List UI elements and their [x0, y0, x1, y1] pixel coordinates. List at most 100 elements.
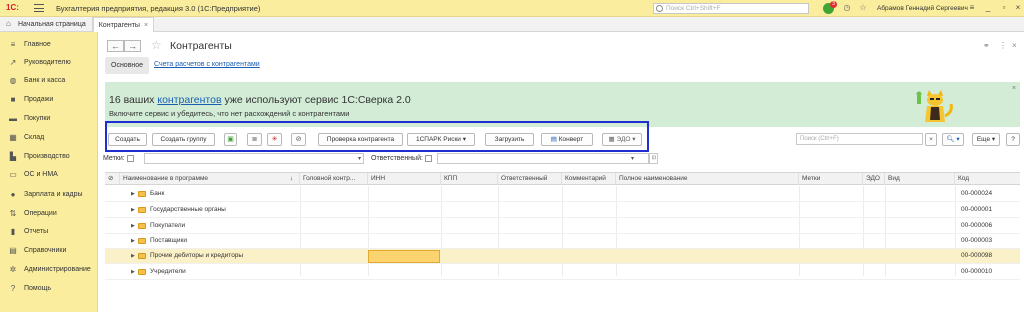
minimize-icon[interactable]: _ [982, 2, 994, 14]
app-title: Бухгалтерия предприятия, редакция 3.0 (1… [56, 3, 261, 13]
envelope-button[interactable]: ▤ Конверт [541, 133, 593, 146]
table-row[interactable]: ▶ Покупатели 00-000006 [105, 219, 1020, 234]
table-row[interactable]: ▶ Поставщики 00-000003 [105, 234, 1020, 249]
sidebar-item-operations[interactable]: ⇅ Операции [0, 206, 98, 221]
main-menu-icon[interactable] [34, 4, 44, 12]
settings-icon[interactable]: ≡ [966, 2, 978, 14]
expand-arrow-icon[interactable]: ▶ [131, 253, 135, 259]
sidebar-item-sales[interactable]: ■ Продажи [0, 92, 98, 107]
sidebar-item-production[interactable]: ▙ Производство [0, 149, 98, 164]
close-tab-icon[interactable]: × [144, 22, 148, 29]
column-labels[interactable]: Метки [799, 173, 863, 185]
sidebar-item-admin[interactable]: ✲ Администрирование [0, 262, 98, 277]
sidebar-item-label: Банк и касса [24, 77, 66, 84]
responsible-filter-select[interactable]: ▾ [437, 153, 649, 164]
create-button[interactable]: Создать [108, 133, 147, 146]
link-icon[interactable]: ⚭ [983, 41, 990, 50]
expand-arrow-icon[interactable]: ▶ [131, 223, 135, 229]
sidebar-item-purchases[interactable]: ▬ Покупки [0, 111, 98, 126]
labels-filter-select[interactable]: ▾ [144, 153, 364, 164]
sidebar-item-label: Главное [24, 41, 51, 48]
column-kpp[interactable]: КПП [441, 173, 498, 185]
nav-buttons: ← → [107, 40, 141, 52]
more-label: Еще [976, 136, 991, 143]
table-row[interactable]: ▶ Государственные органы 00-000001 [105, 203, 1020, 218]
banner-contractors-link[interactable]: контрагентов [157, 94, 221, 106]
sidebar-item-assets[interactable]: ▭ ОС и НМА [0, 167, 98, 182]
subtab-accounts-link[interactable]: Счета расчетов с контрагентами [154, 61, 260, 68]
more-vertical-icon[interactable]: ⋮ [999, 41, 1007, 50]
sidebar-item-catalogs[interactable]: ▤ Справочники [0, 243, 98, 258]
operations-icon: ⇅ [9, 209, 17, 218]
table-row[interactable]: ▶ Банк 00-000024 [105, 187, 1020, 202]
edo-button[interactable]: ▦ ЭДО ▾ [602, 133, 642, 146]
column-code[interactable]: Код [955, 173, 1020, 185]
sidebar-item-director[interactable]: ↗ Руководителю [0, 55, 98, 70]
attachment-icon[interactable]: ⊘ [291, 133, 306, 146]
expand-arrow-icon[interactable]: ▶ [131, 207, 135, 213]
open-selection-icon[interactable]: ⊡ [649, 153, 658, 164]
more-button[interactable]: Еще ▾ [972, 133, 1000, 146]
check-contractor-button[interactable]: Проверка контрагента [318, 133, 403, 146]
row-code: 00-000001 [961, 206, 993, 213]
expand-arrow-icon[interactable]: ▶ [131, 191, 135, 197]
copy-icon[interactable]: ▣ [224, 133, 237, 146]
chevron-down-icon: ▾ [630, 156, 634, 162]
help-button[interactable]: ? [1006, 133, 1020, 146]
favorite-star-icon[interactable]: ☆ [151, 38, 162, 52]
spark-risks-button[interactable]: 1СПАРК Риски ▾ [407, 133, 475, 146]
search-button[interactable]: 🔍︎ ▾ [942, 133, 964, 146]
column-name[interactable]: Наименование в программе ↓ [120, 173, 300, 185]
sidebar-item-help[interactable]: ? Помощь [0, 281, 98, 296]
row-code: 00-000024 [961, 190, 993, 197]
expand-arrow-icon[interactable]: ▶ [131, 269, 135, 275]
global-search-input[interactable]: Поиск Ctrl+Shift+F [653, 3, 809, 14]
column-kind[interactable]: Вид [885, 173, 955, 185]
back-arrow-icon[interactable]: ← [107, 40, 124, 52]
column-edo[interactable]: ЭДО [863, 173, 885, 185]
labels-filter-checkbox[interactable] [127, 155, 134, 162]
column-comment[interactable]: Комментарий [562, 173, 616, 185]
column-responsible[interactable]: Ответственный [498, 173, 562, 185]
forward-arrow-icon[interactable]: → [124, 40, 141, 52]
sidebar-item-salary[interactable]: ● Зарплата и кадры [0, 187, 98, 202]
selected-cell[interactable] [368, 250, 440, 263]
list-icon[interactable]: ≣ [247, 133, 262, 146]
table-row-selected[interactable]: ▶ Прочие дебиторы и кредиторы 00-000098 [105, 249, 1020, 264]
clear-search-icon[interactable]: × [925, 133, 937, 146]
create-group-button[interactable]: Создать группу [152, 133, 215, 146]
notifications-icon[interactable]: 3 [823, 1, 837, 14]
column-inn[interactable]: ИНН [368, 173, 441, 185]
labels-filter-label: Метки: [103, 155, 125, 162]
column-full-name[interactable]: Полное наименование [616, 173, 799, 185]
chart-icon: ↗ [9, 58, 17, 67]
maximize-icon[interactable]: ▫ [998, 2, 1010, 14]
expand-arrow-icon[interactable]: ▶ [131, 238, 135, 244]
column-head-contractor[interactable]: Головной контр... [300, 173, 368, 185]
sidebar-item-main[interactable]: ≡ Главное [0, 37, 98, 52]
history-icon[interactable]: ◷ [842, 3, 852, 13]
responsible-filter-checkbox[interactable] [425, 155, 432, 162]
sidebar-item-label: Руководителю [24, 59, 71, 66]
close-window-icon[interactable]: × [1012, 2, 1024, 14]
delete-mark-icon[interactable]: ✳ [267, 133, 282, 146]
load-button[interactable]: Загрузить [485, 133, 534, 146]
subtab-main[interactable]: Основное [105, 57, 150, 74]
folder-icon [138, 207, 146, 213]
user-name[interactable]: Абрамов Геннадий Сергеевич [877, 5, 968, 12]
sidebar-item-reports[interactable]: ▮ Отчеты [0, 224, 98, 239]
tab-contractors[interactable]: Контрагенты × [92, 16, 155, 32]
attachment-column-icon: ⊘ [105, 173, 120, 185]
sidebar-item-label: Отчеты [24, 228, 49, 235]
folder-icon [138, 191, 146, 197]
tab-home[interactable]: ⌂ Начальная страница [0, 16, 93, 32]
close-form-icon[interactable]: × [1012, 41, 1017, 50]
sidebar-item-bank[interactable]: ◍ Банк и касса [0, 73, 98, 88]
table-row[interactable]: ▶ Учредители 00-000010 [105, 265, 1020, 280]
sidebar-item-warehouse[interactable]: ▦ Склад [0, 130, 98, 145]
folder-icon [138, 238, 146, 244]
table-search-input[interactable]: Поиск (Ctrl+F) [796, 133, 923, 145]
favorites-star-icon[interactable]: ☆ [858, 3, 868, 13]
sidebar-item-label: Операции [24, 210, 57, 217]
banner-close-icon[interactable]: × [1012, 85, 1016, 92]
